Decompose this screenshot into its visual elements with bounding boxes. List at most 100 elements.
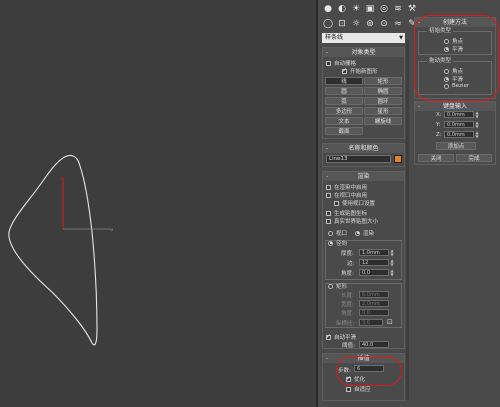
- width-label: 宽度:: [341, 302, 354, 308]
- length-label: 长度:: [341, 293, 354, 299]
- rollout-header[interactable]: - 对象类型: [323, 48, 404, 57]
- generate-mapping-row[interactable]: 生成贴图坐标: [326, 209, 367, 217]
- enable-in-renderer-checkbox[interactable]: [326, 184, 331, 190]
- x-input[interactable]: 0.0mm: [444, 111, 474, 118]
- rollout-header[interactable]: - 渲染: [323, 172, 404, 181]
- rollout-header[interactable]: - 名称和颜色: [323, 144, 404, 153]
- command-panel: ● ◐ ☀ ▣ ◎ ≋ ⚒ ◯ ⊡ ☼ ⊚ ⊙ ≈ ✎ 样条线 ▼ - 对象类型…: [318, 0, 500, 407]
- spinner-arrows-icon[interactable]: ▲ ▼: [390, 249, 394, 257]
- rectangular-radio[interactable]: [328, 283, 333, 289]
- y-label: Y:: [436, 122, 441, 128]
- create-helpers-icon[interactable]: ⊙: [378, 18, 390, 30]
- create-lights-icon[interactable]: ☼: [350, 18, 362, 30]
- sides-input[interactable]: 12: [359, 259, 389, 266]
- radial-radio-row[interactable]: 径向: [328, 239, 347, 247]
- enable-in-viewport-checkbox[interactable]: [326, 192, 331, 198]
- real-world-map-checkbox[interactable]: [326, 218, 331, 224]
- spinner-arrows-icon[interactable]: ▲ ▼: [475, 111, 479, 119]
- angle2-input[interactable]: 0.0: [359, 309, 389, 316]
- start-new-shape-row[interactable]: 开始新图形: [342, 67, 378, 75]
- collapse-icon: -: [418, 103, 421, 110]
- category-toolbar: ● ◐ ☀ ▣ ◎ ≋ ⚒: [322, 3, 418, 17]
- viewport-radio[interactable]: [328, 230, 333, 236]
- create-subtoolbar: ◯ ⊡ ☼ ⊚ ⊙ ≈ ✎: [322, 18, 418, 32]
- auto-grid-row[interactable]: 自动栅格: [326, 59, 356, 67]
- lights-icon[interactable]: ☀: [350, 3, 362, 15]
- generate-mapping-checkbox[interactable]: [326, 210, 331, 216]
- sides-label: 边:: [347, 261, 355, 267]
- circle-button[interactable]: 圆: [325, 87, 363, 95]
- object-name-input[interactable]: Line13: [326, 155, 391, 163]
- collapse-icon: -: [326, 49, 329, 56]
- use-viewport-settings-row[interactable]: 使用视口设置: [334, 199, 375, 207]
- z-input[interactable]: 0.0mm: [444, 131, 474, 138]
- adaptive-checkbox[interactable]: [346, 386, 351, 392]
- red-annotation-mark: [336, 356, 402, 386]
- start-new-shape-checkbox[interactable]: [342, 67, 347, 74]
- text-button[interactable]: 文本: [325, 117, 363, 125]
- polygon-button[interactable]: 多边形: [325, 107, 363, 115]
- viewport-radio-row[interactable]: 视口: [328, 229, 347, 237]
- cameras-icon[interactable]: ▣: [364, 3, 376, 15]
- z-label: Z:: [436, 132, 442, 138]
- enable-in-renderer-row[interactable]: 在渲染中启用: [326, 183, 367, 191]
- spacewarps-icon[interactable]: ≋: [392, 3, 404, 15]
- collapse-icon: -: [326, 173, 329, 180]
- donut-button[interactable]: 圆环: [364, 97, 402, 105]
- length-input[interactable]: 6.0mm: [359, 291, 389, 298]
- left-column-scrollbar[interactable]: [406, 40, 409, 400]
- rollout-header[interactable]: - 键盘输入: [415, 102, 495, 111]
- section-button[interactable]: 截面: [325, 127, 363, 135]
- thickness-input[interactable]: 1.0mm: [359, 249, 389, 256]
- close-button[interactable]: 关闭: [418, 154, 454, 162]
- rectangular-radio-row[interactable]: 矩形: [328, 282, 347, 290]
- y-input[interactable]: 0.0mm: [444, 121, 474, 128]
- render-radio-row[interactable]: 渲染: [355, 229, 374, 237]
- aspect-label: 纵横比:: [336, 321, 355, 327]
- hammer-icon[interactable]: ⚒: [406, 3, 418, 15]
- render-radio[interactable]: [355, 230, 360, 236]
- enable-in-viewport-row[interactable]: 在视口中启用: [326, 191, 367, 199]
- line-button[interactable]: 线: [325, 77, 363, 85]
- add-point-button[interactable]: 添加点: [436, 142, 476, 150]
- spinner-arrows-icon[interactable]: ▲ ▼: [390, 269, 394, 277]
- viewport-canvas: y x: [8, 154, 114, 346]
- create-geometry-icon[interactable]: ◯: [322, 18, 334, 30]
- width-input[interactable]: 2.0mm: [359, 300, 389, 307]
- finish-button[interactable]: 完成: [456, 154, 492, 162]
- create-cameras-icon[interactable]: ⊚: [364, 18, 376, 30]
- use-viewport-settings-checkbox[interactable]: [334, 200, 339, 206]
- helpers-icon[interactable]: ◎: [378, 3, 390, 15]
- helix-button[interactable]: 螺旋线: [364, 117, 402, 125]
- shapes-icon[interactable]: ◐: [336, 3, 348, 15]
- object-color-swatch[interactable]: [394, 155, 402, 163]
- svg-text:x: x: [111, 227, 114, 232]
- rectangle-button[interactable]: 矩形: [364, 77, 402, 85]
- spinner-arrows-icon[interactable]: ▲ ▼: [475, 131, 479, 139]
- auto-smooth-row[interactable]: 自动平滑: [326, 333, 356, 341]
- adaptive-row[interactable]: 自适应: [346, 385, 371, 393]
- category-dropdown[interactable]: 样条线 ▼: [322, 33, 405, 43]
- spinner-arrows-icon[interactable]: ▲ ▼: [475, 121, 479, 129]
- aspect-input[interactable]: 3.0: [359, 319, 383, 326]
- x-label: X:: [436, 112, 442, 118]
- geometry-icon[interactable]: ●: [322, 3, 334, 15]
- create-shapes-icon[interactable]: ⊡: [336, 18, 348, 30]
- real-world-map-row[interactable]: 真实世界贴图大小: [326, 217, 378, 225]
- perspective-viewport[interactable]: y x: [0, 0, 316, 407]
- auto-grid-checkbox[interactable]: [326, 60, 331, 66]
- create-warps-icon[interactable]: ≈: [392, 18, 404, 30]
- collapse-icon: -: [326, 145, 329, 152]
- lock-icon[interactable]: ⊡: [387, 318, 393, 326]
- dropdown-value: 样条线: [325, 34, 344, 41]
- angle2-label: 角度:: [341, 311, 354, 317]
- threshold-input[interactable]: 40.0: [359, 341, 389, 348]
- ellipse-button[interactable]: 椭圆: [364, 87, 402, 95]
- auto-smooth-checkbox[interactable]: [326, 333, 331, 340]
- star-button[interactable]: 星形: [364, 107, 402, 115]
- radial-radio[interactable]: [328, 240, 333, 246]
- arc-button[interactable]: 弧: [325, 97, 363, 105]
- spinner-arrows-icon[interactable]: ▲ ▼: [390, 259, 394, 267]
- angle-label: 角度:: [341, 271, 354, 277]
- angle-input[interactable]: 0.0: [359, 269, 389, 276]
